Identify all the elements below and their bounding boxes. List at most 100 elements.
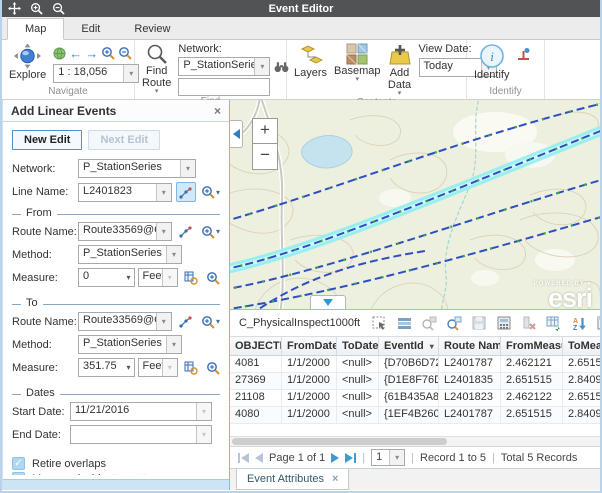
zoom-to-selected-icon-disabled[interactable] — [421, 315, 437, 331]
window-title: Event Editor — [2, 3, 600, 15]
switch-table-icon[interactable] — [546, 315, 562, 331]
map-scale-value: 1 : 18,056 — [54, 65, 123, 82]
ribbon-group-navigate: Explore ← → 1 : 18,056 ▾ Navi — [2, 40, 135, 99]
zoom-to-to-measure-button[interactable] — [206, 361, 220, 375]
layers-label: Layers — [294, 67, 327, 79]
zoom-to-line-button[interactable]: ▾ — [201, 185, 220, 199]
next-page-button[interactable] — [331, 453, 339, 463]
tab-review[interactable]: Review — [117, 19, 187, 39]
zoom-to-to-route-button[interactable]: ▾ — [201, 315, 220, 329]
chevron-down-icon: ▾ — [389, 450, 404, 465]
delete-record-icon-disabled[interactable] — [521, 315, 537, 331]
pan-to-selected-icon[interactable] — [446, 315, 462, 331]
tab-event-attributes[interactable]: Event Attributes × — [236, 469, 349, 490]
select-line-on-map-icon[interactable] — [176, 182, 196, 202]
next-edit-button[interactable]: Next Edit — [88, 130, 160, 150]
chevron-down-icon: ▾ — [162, 269, 177, 286]
checkbox-checked-icon[interactable]: ✓ — [12, 457, 25, 470]
identify-route-icon[interactable] — [516, 43, 531, 62]
layers-button[interactable]: Layers — [294, 43, 327, 79]
attribute-window-icon[interactable] — [596, 315, 600, 331]
chevron-down-icon: ▾ — [124, 359, 134, 376]
svg-text:i: i — [490, 49, 494, 64]
from-method-value: P_StationSeries — [79, 246, 166, 263]
new-edit-button[interactable]: New Edit — [12, 130, 82, 150]
horizontal-scrollbar[interactable] — [230, 436, 600, 446]
map-scale-combo[interactable]: 1 : 18,056 ▾ — [53, 64, 139, 83]
option-merge-coincident[interactable]: ✓ Merge coincident events — [12, 472, 220, 475]
from-route-combo[interactable]: Route33569@Cent ▾ — [78, 222, 172, 241]
add-data-button[interactable]: Add Data ▾ — [388, 43, 412, 97]
chevron-down-icon: ▾ — [156, 223, 171, 240]
previous-extent-icon[interactable]: ← — [69, 47, 82, 60]
table-row[interactable]: 40801/1/2000<null>{1EF4B260-FL24017872.6… — [230, 407, 600, 424]
last-page-button[interactable] — [345, 453, 356, 463]
tab-map[interactable]: Map — [7, 18, 64, 40]
explore-button[interactable]: Explore — [9, 43, 46, 81]
zoom-out-tool-icon[interactable] — [118, 46, 132, 60]
scrollbar-thumb[interactable] — [232, 438, 447, 445]
column-header[interactable]: OBJECTID — [230, 337, 282, 355]
route-search-input[interactable] — [178, 78, 270, 96]
start-date-combo[interactable]: 11/21/2016 ▾ — [70, 402, 212, 421]
from-unit-combo[interactable]: Feet ▾ — [138, 268, 178, 287]
page-number-combo[interactable]: 1 ▾ — [371, 449, 405, 466]
close-icon[interactable]: × — [332, 473, 338, 485]
checkbox-checked-icon[interactable]: ✓ — [12, 472, 25, 475]
table-row[interactable]: 273691/1/2000<null>{D1E8F76D-FL24018352.… — [230, 373, 600, 390]
zoom-to-from-route-button[interactable]: ▾ — [201, 225, 220, 239]
first-page-button[interactable] — [238, 453, 249, 463]
sort-icon[interactable]: AZ — [571, 315, 587, 331]
ribbon-network-combo[interactable]: P_StationSeries ▾ — [178, 57, 270, 76]
select-from-route-on-map-icon[interactable] — [176, 222, 196, 242]
option-retire-overlaps[interactable]: ✓ Retire overlaps — [12, 457, 220, 470]
to-unit-combo[interactable]: Feet ▾ — [138, 358, 178, 377]
zoom-to-from-measure-button[interactable] — [206, 271, 220, 285]
identify-button[interactable]: i Identify — [474, 43, 509, 81]
column-header-sorted[interactable]: EventId▾ — [379, 337, 439, 355]
basemap-button[interactable]: Basemap ▾ — [334, 43, 380, 83]
chevron-down-icon — [323, 299, 333, 306]
field-calculator-icon[interactable] — [496, 315, 512, 331]
ribbon-network-label: Network: — [178, 43, 289, 55]
select-records-icon[interactable] — [371, 315, 387, 331]
map-view[interactable]: + − POWERED BY ● esri — [230, 100, 600, 310]
column-header[interactable]: FromDate — [282, 337, 337, 355]
from-method-combo[interactable]: P_StationSeries ▾ — [78, 245, 182, 264]
network-combo[interactable]: P_StationSeries ▾ — [78, 159, 196, 178]
chevron-down-icon: ▾ — [156, 313, 171, 330]
to-method-combo[interactable]: P_StationSeries ▾ — [78, 335, 182, 354]
find-route-button[interactable]: Find Route ▾ — [142, 43, 171, 95]
collapse-panel-button[interactable] — [230, 120, 243, 148]
tab-edit[interactable]: Edit — [64, 19, 117, 39]
save-icon-disabled[interactable] — [471, 315, 487, 331]
zoom-in-tool-icon[interactable] — [101, 46, 115, 60]
to-measure-locate-icon[interactable] — [182, 358, 201, 378]
from-measure-combo[interactable]: 0 ▾ — [78, 268, 135, 287]
to-measure-combo[interactable]: 351.75 ▾ — [78, 358, 135, 377]
collapse-table-button[interactable] — [310, 295, 346, 309]
map-zoom-out-button[interactable]: − — [252, 144, 278, 170]
from-measure-locate-icon[interactable] — [182, 268, 201, 288]
next-extent-icon[interactable]: → — [85, 47, 98, 60]
ribbon: Explore ← → 1 : 18,056 ▾ Navi — [2, 40, 600, 100]
full-extent-globe-icon[interactable] — [53, 47, 66, 60]
column-header[interactable]: Route Name — [439, 337, 501, 355]
column-header[interactable]: ToDate — [337, 337, 379, 355]
add-data-label: Add Data — [388, 67, 412, 91]
table-row[interactable]: 40811/1/2000<null>{D70B6D72-3L24017872.4… — [230, 356, 600, 373]
chevron-left-icon — [233, 129, 240, 139]
group-label-identify: Identify — [467, 86, 544, 99]
close-icon[interactable]: × — [214, 104, 221, 118]
select-to-route-on-map-icon[interactable] — [176, 312, 196, 332]
show-selected-rows-icon[interactable] — [396, 315, 412, 331]
end-date-combo[interactable]: ▾ — [70, 425, 212, 444]
line-name-combo[interactable]: L2401823 ▾ — [78, 183, 172, 202]
column-header[interactable]: FromMeasure — [501, 337, 563, 355]
table-row[interactable]: 211081/1/2000<null>{61B435A8-3L24018232.… — [230, 390, 600, 407]
previous-page-button[interactable] — [255, 453, 263, 463]
map-zoom-in-button[interactable]: + — [252, 118, 278, 144]
to-route-combo[interactable]: Route33569@Cent ▾ — [78, 312, 172, 331]
from-legend: From — [21, 207, 57, 219]
column-header[interactable]: ToMea — [563, 337, 600, 355]
